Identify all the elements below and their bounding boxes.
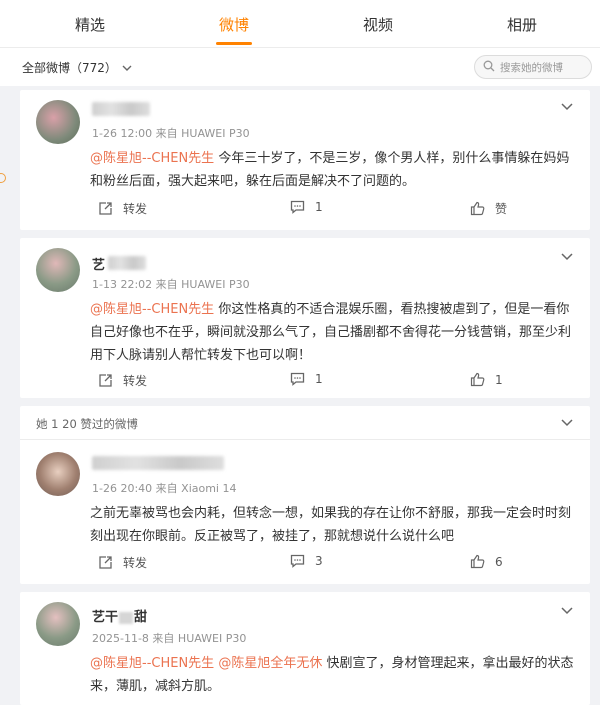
repost-icon	[99, 202, 112, 215]
thumbs-up-icon	[470, 201, 485, 216]
comment-button[interactable]: 1	[290, 372, 323, 386]
avatar[interactable]	[36, 602, 80, 646]
like-button[interactable]: 1	[470, 372, 503, 387]
liked-post-label: 她 1 20 赞过的微博	[36, 417, 138, 431]
post-meta: 1-26 20:40 来自 Xiaomi 14	[92, 482, 237, 495]
post-username[interactable]: 艺	[92, 254, 105, 273]
mention-link[interactable]: @陈星旭--CHEN先生	[90, 151, 214, 166]
avatar[interactable]	[36, 452, 80, 496]
chevron-down-icon[interactable]	[560, 606, 574, 616]
chevron-down-icon[interactable]	[560, 418, 574, 428]
search-input[interactable]: 搜索她的微博	[474, 55, 592, 79]
post-card: 艺 1-13 22:02 来自 HUAWEI P30 @陈星旭--CHEN先生 …	[20, 238, 590, 398]
mention-link[interactable]: @陈星旭全年无休	[218, 656, 322, 671]
comment-button[interactable]: 3	[290, 554, 323, 568]
tab-featured[interactable]: 精选	[50, 14, 130, 35]
liked-post-header: 她 1 20 赞过的微博	[20, 406, 590, 440]
repost-button[interactable]: 转发	[98, 554, 147, 571]
post-text: 之前无辜被骂也会内耗，但转念一想，如果我的存在让你不舒服，那我一定会时时刻刻出现…	[90, 506, 572, 544]
comment-icon	[290, 554, 305, 568]
tab-weibo[interactable]: 微博	[194, 14, 274, 35]
comment-icon	[290, 200, 305, 214]
profile-tab-bar: 精选 微博 视频 相册	[0, 0, 600, 48]
avatar[interactable]	[36, 100, 80, 144]
post-text: @陈星旭--CHEN先生 你这性格真的不适合混娱乐圈，看热搜被虐到了，但是一看你…	[90, 302, 572, 363]
all-posts-filter[interactable]: 全部微博（772）	[22, 59, 117, 76]
post-text: @陈星旭--CHEN先生 @陈星旭全年无休 快剧宣了，身材管理起来，拿出最好的状…	[90, 656, 574, 694]
blurred-username	[108, 256, 146, 270]
search-icon	[483, 60, 495, 72]
blurred-username	[92, 456, 224, 470]
like-button[interactable]: 赞	[470, 200, 507, 217]
thumbs-up-icon	[470, 372, 485, 387]
post-text: @陈星旭--CHEN先生 今年三十岁了，不是三岁，像个男人样，别什么事情躲在妈妈…	[90, 151, 570, 189]
mention-link[interactable]: @陈星旭--CHEN先生	[90, 302, 214, 317]
chevron-down-icon[interactable]	[560, 252, 574, 262]
active-tab-indicator	[216, 42, 252, 45]
blurred-username	[92, 102, 150, 116]
edge-circle-icon	[0, 173, 6, 183]
mention-link[interactable]: @陈星旭--CHEN先生	[90, 656, 214, 671]
post-meta: 1-26 12:00 来自 HUAWEI P30	[92, 127, 250, 140]
tab-album[interactable]: 相册	[482, 14, 562, 35]
repost-button[interactable]: 转发	[98, 200, 147, 217]
tab-video[interactable]: 视频	[338, 14, 418, 35]
comment-button[interactable]: 1	[290, 200, 323, 214]
post-meta: 1-13 22:02 来自 HUAWEI P30	[92, 278, 250, 291]
post-card: 艺干甜 2025-11-8 来自 HUAWEI P30 @陈星旭--CHEN先生…	[20, 592, 590, 705]
chevron-down-icon[interactable]	[560, 102, 574, 112]
chevron-down-icon[interactable]	[122, 64, 132, 72]
search-placeholder: 搜索她的微博	[500, 62, 563, 74]
comment-icon	[290, 372, 305, 386]
post-actions: 转发 1 1	[20, 372, 590, 392]
post-actions: 转发 1 赞	[20, 200, 590, 220]
repost-button[interactable]: 转发	[98, 372, 147, 389]
filter-bar: 全部微博（772） 搜索她的微博	[0, 48, 600, 86]
like-button[interactable]: 6	[470, 554, 503, 569]
post-meta: 2025-11-8 来自 HUAWEI P30	[92, 632, 247, 645]
avatar[interactable]	[36, 248, 80, 292]
thumbs-up-icon	[470, 554, 485, 569]
repost-icon	[99, 556, 112, 569]
post-username[interactable]: 艺干甜	[92, 606, 147, 625]
post-card: 1-26 12:00 来自 HUAWEI P30 @陈星旭--CHEN先生 今年…	[20, 90, 590, 230]
post-actions: 转发 3 6	[20, 554, 590, 574]
repost-icon	[99, 374, 112, 387]
post-card: 她 1 20 赞过的微博 1-26 20:40 来自 Xiaomi 14 之前无…	[20, 406, 590, 584]
